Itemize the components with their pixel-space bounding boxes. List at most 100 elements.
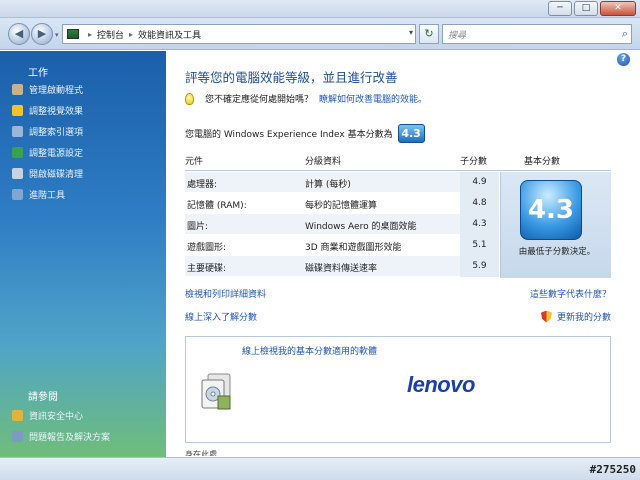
links-row-2-right: 更新我的分數 [540, 310, 611, 323]
task-pane: 工作 管理啟動程式 調整視覺效果 調整索引選項 調整電源設定 開啟磁碟清理 進階… [0, 51, 166, 457]
table-row: 遊戲圖形: 3D 商業和遊戲圖形效能 5.1 [185, 235, 499, 256]
search-placeholder: 搜尋 [448, 30, 467, 41]
base-score-label: 您電腦的 Windows Experience Index 基本分數為 [185, 130, 393, 140]
breadcrumb-control-panel[interactable]: 控制台 [97, 28, 124, 41]
breadcrumb-separator-icon: ▸ [129, 29, 134, 39]
navigation-bar: ◀ ▶ ▾ ▸ 控制台 ▸ 效能資訊及工具 ▾ ↻ 搜尋 ⌕ [0, 18, 640, 50]
task-manage-startup[interactable]: 管理啟動程式 [12, 82, 83, 96]
uac-shield-icon [540, 310, 552, 323]
tip-text: 您不確定應從何處開始嗎？ [205, 95, 314, 105]
control-panel-icon [67, 29, 79, 39]
component-details: 3D 商業和遊戲圖形效能 [305, 243, 402, 253]
advanced-tools-icon [12, 188, 23, 200]
lightbulb-icon [185, 92, 194, 105]
column-header-details: 分級資料 [305, 157, 342, 167]
main-content: ? 評等您的電腦效能等級，並且進行改善 您不確定應從何處開始嗎？ 瞭解如何改善電… [166, 51, 640, 457]
links-row-1-right: 這些數字代表什麼？ [530, 287, 611, 300]
problem-reports-icon [12, 430, 23, 442]
back-button[interactable]: ◀ [8, 23, 30, 45]
page-title: 評等您的電腦效能等級，並且進行改善 [185, 70, 398, 85]
see-also-title: 請參閱 [28, 392, 58, 403]
component-name: 主要硬碟: [187, 264, 227, 274]
power-settings-icon [12, 146, 23, 158]
component-name: 遊戲圖形: [187, 243, 227, 253]
component-name: 圖片: [187, 222, 209, 232]
task-visual-effects[interactable]: 調整視覺效果 [12, 103, 83, 117]
learn-online-link[interactable]: 線上深入了解分數 [185, 313, 257, 323]
table-row: 主要硬碟: 磁碟資料傳送速率 5.9 [185, 256, 499, 277]
address-bar[interactable]: ▸ 控制台 ▸ 效能資訊及工具 ▾ [62, 24, 416, 44]
table-row: 記憶體 (RAM): 每秒的記憶體運算 4.8 [185, 193, 499, 214]
disk-cleanup-icon [12, 167, 23, 179]
task-label: 管理啟動程式 [29, 85, 84, 96]
task-advanced-tools[interactable]: 進階工具 [12, 187, 65, 201]
task-label: 問題報告及解決方案 [29, 432, 111, 443]
watermark-text: #275250 [589, 463, 636, 476]
component-name: 處理器: [187, 180, 218, 190]
breadcrumb-separator-icon: ▸ [88, 29, 93, 39]
security-center-icon [12, 409, 23, 421]
component-name: 記憶體 (RAM): [187, 201, 247, 211]
refresh-button[interactable]: ↻ [419, 24, 439, 44]
update-score-link[interactable]: 更新我的分數 [557, 310, 611, 323]
base-score-caption: 由最低子分數決定。 [518, 247, 596, 257]
startup-programs-icon [12, 83, 23, 95]
task-power-settings[interactable]: 調整電源設定 [12, 145, 83, 159]
component-details: 磁碟資料傳送速率 [305, 264, 378, 274]
links-row-2: 線上深入了解分數 更新我的分數 [185, 310, 611, 324]
task-label: 調整視覺效果 [29, 106, 84, 117]
what-numbers-mean-link[interactable]: 這些數字代表什麼？ [530, 287, 611, 300]
link-security-center[interactable]: 資訊安全中心 [12, 408, 83, 422]
software-box-icon [201, 373, 231, 410]
component-subscore: 5.1 [460, 235, 499, 256]
help-icon[interactable]: ? [617, 53, 630, 66]
base-score-panel: 4.3 由最低子分數決定。 [500, 172, 611, 278]
table-row: 處理器: 計算 (每秒) 4.9 [185, 172, 499, 193]
clipped-footer-text: 身在此處… [185, 450, 225, 456]
table-header: 元件 分級資料 子分數 基本分數 [185, 151, 611, 171]
base-score-line: 您電腦的 Windows Experience Index 基本分數為 4.3 [185, 124, 425, 143]
component-details: 每秒的記憶體運算 [305, 201, 378, 211]
link-problem-reports[interactable]: 問題報告及解決方案 [12, 429, 110, 443]
links-row-1: 檢視和列印詳細資料 這些數字代表什麼？ [185, 287, 611, 301]
task-label: 開啟磁碟清理 [29, 169, 84, 180]
status-bar [0, 457, 640, 480]
column-header-base-score: 基本分數 [524, 157, 561, 167]
component-subscore: 4.9 [460, 172, 499, 193]
breadcrumb-performance-tools[interactable]: 效能資訊及工具 [138, 28, 201, 41]
component-details: Windows Aero 的桌面效能 [305, 222, 417, 232]
task-label: 進階工具 [29, 190, 66, 201]
column-header-component: 元件 [185, 157, 204, 167]
indexing-options-icon [12, 125, 23, 137]
component-subscore: 4.8 [460, 193, 499, 214]
search-input[interactable]: 搜尋 ⌕ [442, 24, 632, 44]
component-subscore: 4.3 [460, 214, 499, 235]
maximize-button[interactable]: □ [574, 1, 598, 16]
minimize-button[interactable]: ─ [548, 1, 572, 16]
table-row: 圖片: Windows Aero 的桌面效能 4.3 [185, 214, 499, 235]
forward-button[interactable]: ▶ [31, 23, 53, 45]
component-details: 計算 (每秒) [305, 180, 351, 190]
task-disk-cleanup[interactable]: 開啟磁碟清理 [12, 166, 83, 180]
software-info-box: 線上檢視我的基本分數適用的軟體 lenovo [185, 336, 611, 443]
search-icon[interactable]: ⌕ [622, 27, 628, 41]
tip-line: 您不確定應從何處開始嗎？ 瞭解如何改善電腦的效能。 [185, 92, 427, 105]
component-subscore: 5.9 [460, 256, 499, 277]
chevron-down-icon[interactable]: ▾ [409, 28, 413, 37]
task-indexing-options[interactable]: 調整索引選項 [12, 124, 83, 138]
close-button[interactable]: ✕ [600, 1, 636, 16]
title-bar: ─ □ ✕ [0, 0, 640, 18]
task-label: 資訊安全中心 [29, 411, 84, 422]
base-score-badge: 4.3 [397, 124, 425, 143]
tasks-title: 工作 [28, 68, 48, 79]
view-software-online-link[interactable]: 線上檢視我的基本分數適用的軟體 [242, 344, 377, 357]
window-controls: ─ □ ✕ [548, 1, 636, 16]
base-score-large-badge: 4.3 [520, 180, 582, 240]
column-header-subscore: 子分數 [460, 157, 488, 167]
recent-pages-dropdown[interactable]: ▾ [55, 31, 59, 39]
lenovo-logo[interactable]: lenovo [407, 372, 475, 398]
improve-performance-link[interactable]: 瞭解如何改善電腦的效能。 [319, 92, 427, 105]
task-label: 調整索引選項 [29, 127, 84, 138]
task-label: 調整電源設定 [29, 148, 84, 159]
print-details-link[interactable]: 檢視和列印詳細資料 [185, 290, 266, 300]
